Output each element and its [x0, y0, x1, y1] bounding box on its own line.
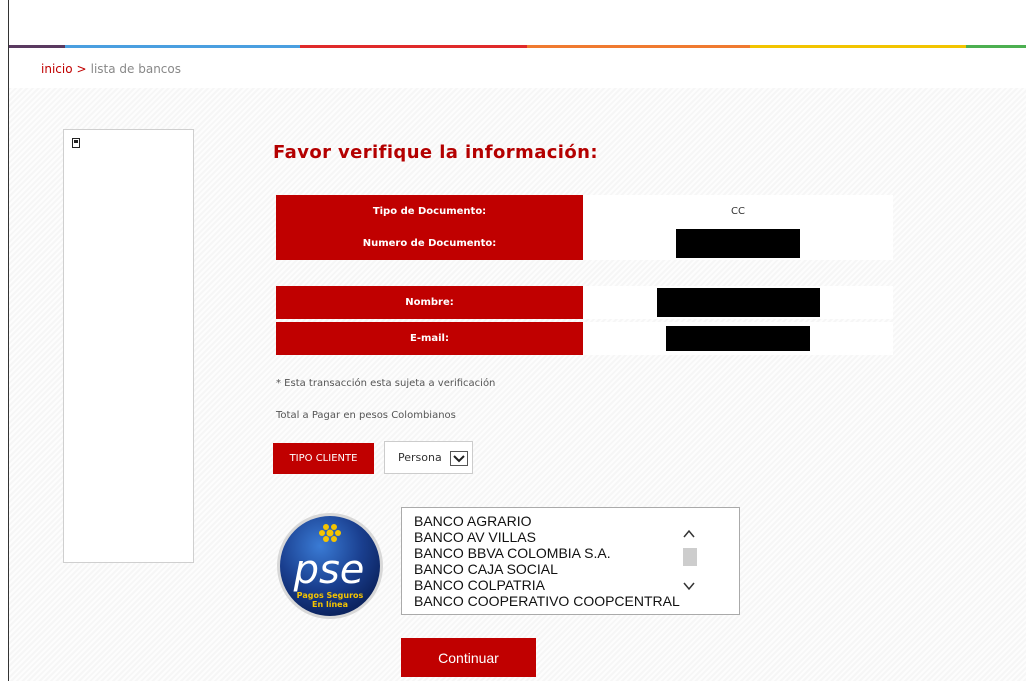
breadcrumb-home-link[interactable]: inicio [41, 62, 73, 76]
field-value-redacted [583, 322, 893, 355]
field-label: Numero de Documento: [276, 227, 583, 260]
breadcrumb: inicio > lista de bancos [41, 62, 181, 76]
pse-logo-text: pse [293, 547, 365, 593]
total-note: Total a Pagar en pesos Colombianos [276, 410, 456, 421]
field-value-redacted [583, 286, 893, 319]
field-label: Tipo de Documento: [276, 195, 583, 228]
bank-option[interactable]: BANCO AV VILLAS [414, 529, 536, 545]
pse-logo-tagline-1: Pagos Seguros [297, 591, 364, 600]
page-title: Favor verifique la información: [273, 142, 598, 163]
info-row-email: E-mail: [276, 322, 893, 355]
continuar-button[interactable]: Continuar [401, 638, 536, 677]
tipo-cliente-label: TIPO CLIENTE [273, 443, 374, 474]
field-value-redacted [583, 227, 893, 260]
field-value: CC [583, 195, 893, 228]
field-label: Nombre: [276, 286, 583, 319]
pse-logo: pse Pagos Seguros En línea [276, 505, 384, 627]
broken-image-icon [72, 138, 80, 148]
bank-option[interactable]: BANCO COOPERATIVO COOPCENTRAL [414, 593, 680, 609]
tipo-cliente-selected-value: Persona [398, 451, 442, 464]
pse-logo-tagline-2: En línea [312, 600, 348, 609]
scrollbar-thumb[interactable] [683, 548, 697, 566]
bank-option[interactable]: BANCO CAJA SOCIAL [414, 561, 558, 577]
top-color-stripe [9, 45, 1026, 48]
bank-option[interactable]: BANCO BBVA COLOMBIA S.A. [414, 545, 611, 561]
breadcrumb-separator: > [76, 62, 87, 76]
info-row-numero-documento: Numero de Documento: [276, 227, 893, 260]
field-label: E-mail: [276, 322, 583, 355]
chevron-up-icon[interactable] [681, 526, 697, 542]
chevron-down-icon[interactable] [681, 578, 697, 594]
bank-option[interactable]: BANCO COLPATRIA [414, 577, 545, 593]
breadcrumb-current: lista de bancos [90, 62, 181, 76]
bank-select-list[interactable]: BANCO AGRARIO BANCO AV VILLAS BANCO BBVA… [401, 507, 740, 615]
bank-option[interactable]: BANCO AGRARIO [414, 513, 531, 529]
info-row-nombre: Nombre: [276, 286, 893, 319]
chevron-down-icon[interactable] [450, 451, 468, 466]
info-row-tipo-documento: Tipo de Documento: CC [276, 195, 893, 228]
side-panel [63, 129, 194, 563]
verification-note: * Esta transacción esta sujeta a verific… [276, 378, 496, 389]
